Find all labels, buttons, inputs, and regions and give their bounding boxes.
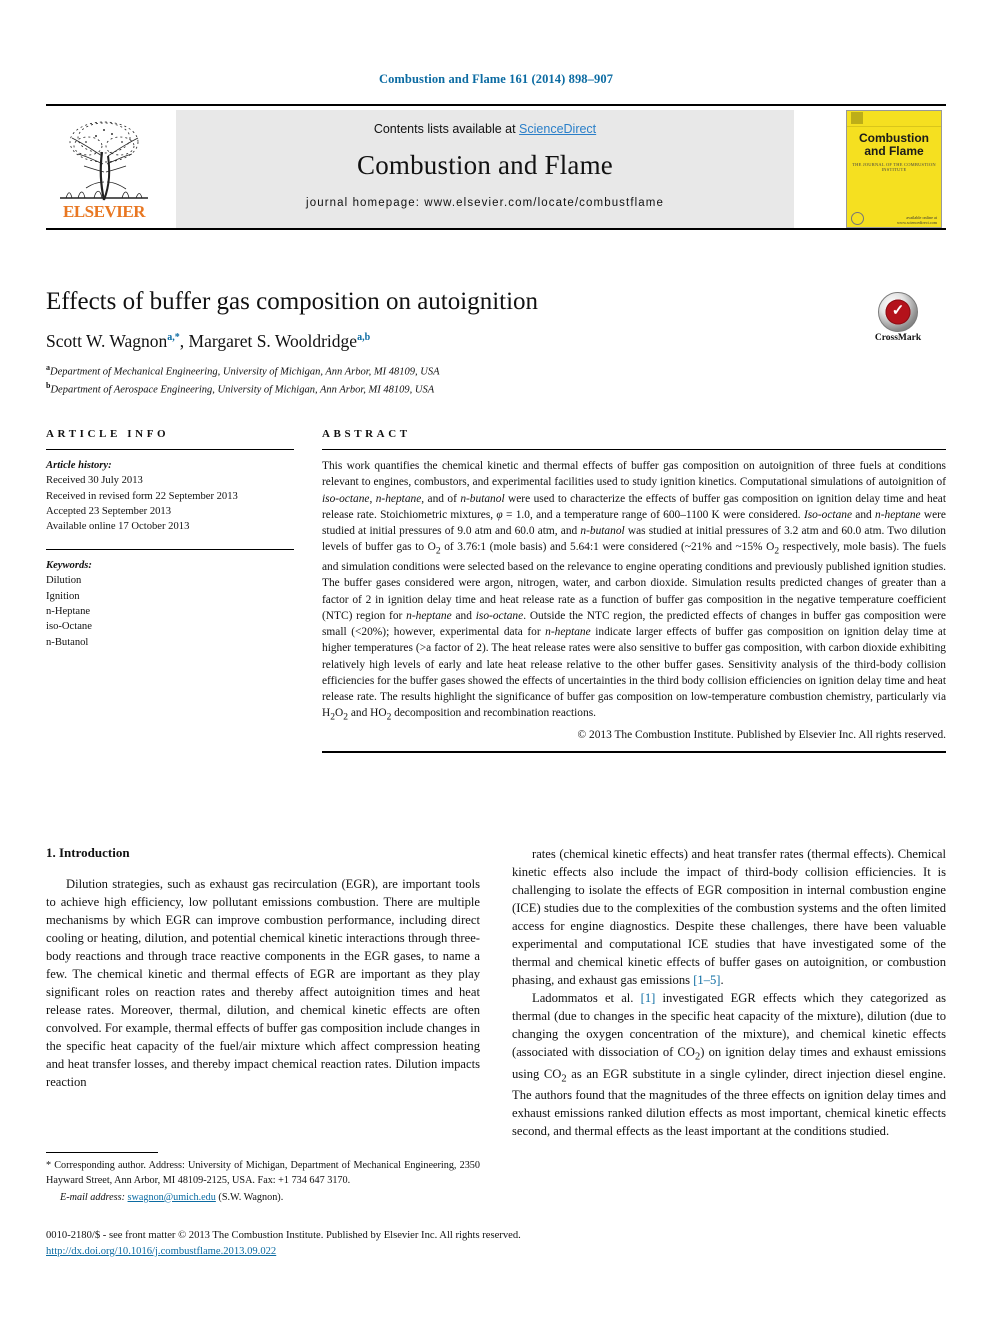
article-history-label: Article history:: [46, 460, 112, 471]
keywords-label: Keywords:: [46, 559, 92, 571]
history-item-0: Received 30 July 2013: [46, 475, 143, 487]
contents-prefix: Contents lists available at: [373, 122, 520, 136]
affiliation-a: aDepartment of Mechanical Engineering, U…: [46, 362, 946, 380]
keyword-2: n-Heptane: [46, 605, 91, 617]
footnote-email-suffix: (S.W. Wagnon).: [215, 1191, 284, 1203]
banner-center: Contents lists available at ScienceDirec…: [176, 110, 794, 228]
footnote-rule: [46, 1152, 158, 1153]
footnote-email-link[interactable]: swagnon@umich.edu: [128, 1192, 216, 1203]
section-heading-introduction: 1. Introduction: [46, 845, 130, 860]
cover-top-strip: [847, 111, 941, 127]
footnote-email-line: E-mail address: swagnon@umich.edu (S.W. …: [46, 1192, 480, 1203]
cover-title: Combustion and Flame: [847, 132, 941, 157]
paragraph-intro-1-cont: rates (chemical kinetic effects) and hea…: [512, 845, 946, 989]
article-history-block: Article history: Received 30 July 2013 R…: [46, 458, 294, 535]
keyword-3: iso-Octane: [46, 621, 92, 633]
author-2-affiliation-marker: a,b: [357, 331, 371, 343]
cover-bottom-note: available online at www.sciencedirect.com: [897, 214, 937, 225]
crossmark-check-icon: ✓: [891, 302, 905, 319]
cover-title-line1: Combustion: [859, 131, 929, 145]
keyword-4: n-Butanol: [46, 636, 89, 648]
article-info-column: ARTICLE INFO Article history: Received 3…: [46, 428, 294, 753]
author-name-2[interactable]: Margaret S. Wooldridge: [189, 331, 358, 351]
citation-1-5[interactable]: [1–5]: [693, 973, 720, 987]
contents-line: Contents lists available at ScienceDirec…: [176, 122, 794, 136]
abstract-column: ABSTRACT This work quantifies the chemic…: [322, 428, 947, 754]
crossmark-label: CrossMark: [874, 333, 922, 343]
cover-bottom-row: available online at www.sciencedirect.com: [847, 212, 941, 225]
elsevier-wordmark: ELSEVIER: [63, 202, 145, 221]
journal-cover-thumbnail: Combustion and Flame THE JOURNAL OF THE …: [846, 110, 942, 228]
affiliation-b: bDepartment of Aerospace Engineering, Un…: [46, 380, 946, 398]
body-column-right: rates (chemical kinetic effects) and hea…: [512, 845, 946, 1140]
abstract-heading: ABSTRACT: [322, 428, 411, 440]
crossmark-icon[interactable]: ✓: [878, 292, 918, 332]
history-item-2: Accepted 23 September 2013: [46, 506, 172, 518]
page-footer: 0010-2180/$ - see front matter © 2013 Th…: [46, 1228, 946, 1260]
title-block: ✓ CrossMark Effects of buffer gas compos…: [46, 288, 946, 399]
journal-title: Combustion and Flame: [357, 150, 613, 180]
cover-elsevier-tree-icon: [851, 112, 863, 124]
keywords-rule: [46, 548, 294, 550]
article-info-heading: ARTICLE INFO: [46, 428, 170, 440]
page-title: Effects of buffer gas composition on aut…: [46, 288, 539, 315]
author-name-1[interactable]: Scott W. Wagnon: [46, 331, 167, 351]
journal-homepage[interactable]: journal homepage: www.elsevier.com/locat…: [176, 197, 794, 209]
affiliation-b-text: Department of Aerospace Engineering, Uni…: [50, 384, 435, 396]
history-item-1: Received in revised form 22 September 20…: [46, 490, 238, 502]
affiliations: aDepartment of Mechanical Engineering, U…: [46, 362, 946, 399]
journal-banner: ELSEVIER Contents lists available at Sci…: [46, 104, 946, 230]
paragraph-intro-2: Ladommatos et al. [1] investigated EGR e…: [512, 989, 946, 1140]
sciencedirect-link[interactable]: ScienceDirect: [519, 122, 596, 136]
footer-doi-link[interactable]: http://dx.doi.org/10.1016/j.combustflame…: [46, 1246, 276, 1257]
footnote-address: * Corresponding author. Address: Univers…: [46, 1160, 480, 1186]
author-1-affiliation-marker: a,*: [167, 331, 180, 343]
cover-subtitle: THE JOURNAL OF THE COMBUSTION INSTITUTE: [852, 162, 936, 173]
abstract-bottom-rule: [322, 751, 946, 754]
paragraph-intro-2-a: Ladommatos et al.: [532, 991, 641, 1005]
paragraph-intro-1: Dilution strategies, such as exhaust gas…: [46, 877, 480, 1089]
abstract-rule: [322, 449, 946, 450]
keyword-0: Dilution: [46, 575, 82, 587]
article-info-rule: [46, 449, 294, 450]
keywords-block: Keywords: Dilution Ignition n-Heptane is…: [46, 558, 294, 650]
abstract-body: This work quantifies the chemical kineti…: [322, 460, 947, 723]
citation-1[interactable]: [1]: [641, 991, 656, 1005]
keyword-1: Ignition: [46, 590, 80, 602]
history-item-3: Available online 17 October 2013: [46, 521, 190, 533]
footer-issn-line: 0010-2180/$ - see front matter © 2013 Th…: [46, 1230, 521, 1241]
paragraph-intro-1-cont-a: rates (chemical kinetic effects) and hea…: [512, 847, 946, 987]
paragraph-intro-2-b: investigated EGR effects which they cate…: [512, 991, 947, 1139]
footnote-email-label: E-mail address:: [60, 1191, 125, 1203]
paper-page: Combustion and Flame 161 (2014) 898–907: [0, 0, 992, 1323]
paragraph-intro-1-cont-b: .: [720, 973, 724, 987]
cover-seal-icon: [851, 212, 864, 225]
running-head: Combustion and Flame 161 (2014) 898–907: [378, 72, 614, 86]
author-list: Scott W. Wagnona,*, Margaret S. Wooldrid…: [46, 330, 371, 351]
affiliation-a-text: Department of Mechanical Engineering, Un…: [50, 366, 440, 378]
cover-title-line2: and Flame: [864, 143, 924, 158]
abstract-copyright: © 2013 The Combustion Institute. Publish…: [577, 729, 946, 742]
crossmark-badge-group[interactable]: ✓ CrossMark: [850, 292, 946, 343]
corresponding-author-footnote: * Corresponding author. Address: Univers…: [46, 1152, 480, 1203]
elsevier-logo: ELSEVIER: [50, 112, 158, 224]
body-columns: 1. Introduction Dilution strategies, suc…: [46, 845, 946, 1140]
body-column-left: 1. Introduction Dilution strategies, suc…: [46, 845, 480, 1140]
info-abstract-section: ARTICLE INFO Article history: Received 3…: [46, 428, 947, 754]
